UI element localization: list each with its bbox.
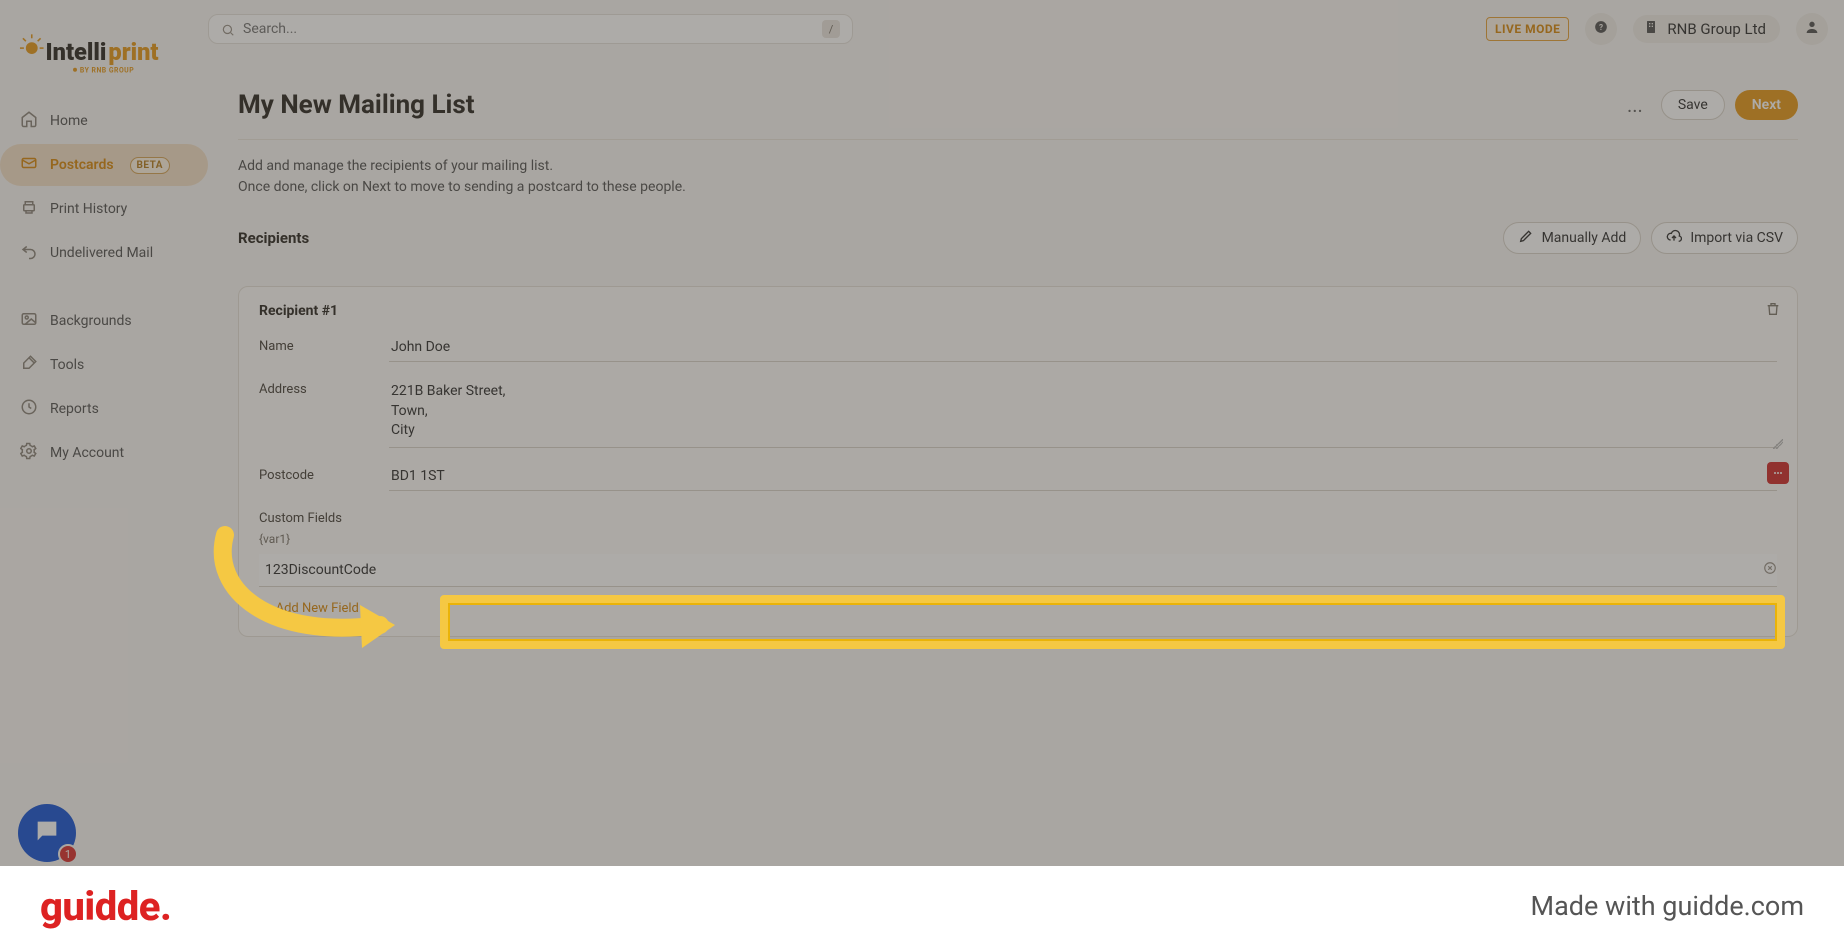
svg-text:print: print (108, 38, 158, 66)
page-content: My New Mailing List ... Save Next Add an… (208, 70, 1828, 637)
trash-icon (1765, 301, 1781, 317)
sidebar-item-tools[interactable]: Tools (0, 344, 208, 386)
slash-hint: / (822, 20, 840, 38)
add-new-field-link[interactable]: + Add New Field (259, 601, 1777, 616)
gear-icon (20, 442, 38, 464)
sidebar-item-postcards[interactable]: Postcards BETA (0, 144, 208, 186)
home-icon (20, 110, 38, 132)
sidebar-item-backgrounds[interactable]: Backgrounds (0, 300, 208, 342)
recipients-header: Recipients Manually Add Import via CSV (238, 222, 1798, 254)
postcode-input[interactable] (389, 462, 1777, 491)
svg-text:?: ? (1599, 22, 1603, 32)
beta-badge: BETA (130, 157, 171, 174)
sidebar-item-label: Undelivered Mail (50, 245, 153, 261)
org-name: RNB Group Ltd (1667, 20, 1766, 38)
import-csv-label: Import via CSV (1690, 230, 1783, 246)
app-logo: Intelli print BY RNB GROUP (0, 20, 208, 100)
image-icon (20, 310, 38, 332)
svg-text:Intelli: Intelli (46, 38, 107, 66)
postcard-icon (20, 154, 38, 176)
more-button[interactable]: ... (1619, 89, 1651, 121)
help-button[interactable]: ? (1585, 13, 1617, 45)
import-csv-button[interactable]: Import via CSV (1651, 222, 1798, 254)
intro-line-2: Once done, click on Next to move to send… (238, 177, 1798, 198)
page-title: My New Mailing List (238, 90, 475, 120)
postcode-lookup-button[interactable] (1767, 462, 1789, 484)
return-icon (20, 242, 38, 264)
intro-text: Add and manage the recipients of your ma… (238, 140, 1798, 210)
sidebar-item-label: Backgrounds (50, 313, 132, 329)
guidde-footer: guidde. Made with guidde.com (0, 866, 1844, 946)
chat-badge: 1 (58, 844, 78, 864)
dots-icon (1772, 467, 1784, 479)
sidebar-item-label: Home (50, 113, 88, 129)
intro-line-1: Add and manage the recipients of your ma… (238, 156, 1798, 177)
recipient-heading: Recipient #1 (259, 303, 1777, 319)
postcode-label: Postcode (259, 462, 389, 483)
guidde-logo: guidde. (40, 883, 171, 930)
guidde-brand: guidde (40, 883, 160, 930)
page-header: My New Mailing List ... Save Next (238, 70, 1798, 140)
manually-add-label: Manually Add (1542, 230, 1627, 246)
save-button[interactable]: Save (1661, 90, 1725, 120)
delete-recipient-button[interactable] (1765, 301, 1781, 321)
svg-text:BY RNB GROUP: BY RNB GROUP (80, 67, 134, 75)
made-with-text: Made with guidde.com (1531, 890, 1804, 922)
live-mode-badge[interactable]: LIVE MODE (1486, 17, 1569, 41)
profile-icon (1804, 19, 1820, 39)
recipients-label: Recipients (238, 229, 309, 247)
tools-icon (20, 354, 38, 376)
sidebar-item-label: Postcards (50, 157, 114, 173)
sidebar-item-undelivered[interactable]: Undelivered Mail (0, 232, 208, 274)
close-icon (1763, 561, 1777, 575)
history-icon (20, 198, 38, 220)
next-button[interactable]: Next (1735, 90, 1798, 120)
sidebar-item-label: Print History (50, 201, 127, 217)
sidebar-item-label: My Account (50, 445, 124, 461)
custom-field-input[interactable] (259, 554, 1777, 587)
search-icon (221, 22, 235, 36)
address-label: Address (259, 376, 389, 397)
sidebar-item-reports[interactable]: Reports (0, 388, 208, 430)
sidebar-item-print-history[interactable]: Print History (0, 188, 208, 230)
clear-field-button[interactable] (1763, 561, 1777, 579)
var-label: {var1} (259, 532, 1777, 546)
chat-launcher[interactable]: 1 (18, 804, 76, 862)
sidebar-item-label: Reports (50, 401, 99, 417)
add-new-field-label: + Add New Field (265, 601, 359, 616)
building-icon (1643, 19, 1659, 39)
topbar: / LIVE MODE ? RNB Group Ltd (208, 10, 1828, 48)
org-selector[interactable]: RNB Group Ltd (1633, 15, 1780, 43)
custom-fields-label: Custom Fields (259, 511, 1777, 526)
sidebar-item-account[interactable]: My Account (0, 432, 208, 474)
profile-button[interactable] (1796, 13, 1828, 45)
help-icon: ? (1594, 20, 1608, 38)
search-field[interactable]: / (208, 14, 853, 44)
cloud-upload-icon (1666, 228, 1682, 248)
sidebar-item-home[interactable]: Home (0, 100, 208, 142)
clock-icon (20, 398, 38, 420)
name-input[interactable] (389, 333, 1777, 362)
recipient-card: Recipient #1 Name Address 221B Baker Str… (238, 286, 1798, 637)
pencil-icon (1518, 228, 1534, 248)
manually-add-button[interactable]: Manually Add (1503, 222, 1642, 254)
address-textarea[interactable]: 221B Baker Street, Town, City (389, 376, 1777, 448)
name-label: Name (259, 333, 389, 354)
sidebar-item-label: Tools (50, 357, 84, 373)
sidebar: Intelli print BY RNB GROUP Home Postcard… (0, 0, 208, 946)
search-input[interactable] (243, 21, 822, 37)
chat-icon (33, 817, 61, 849)
